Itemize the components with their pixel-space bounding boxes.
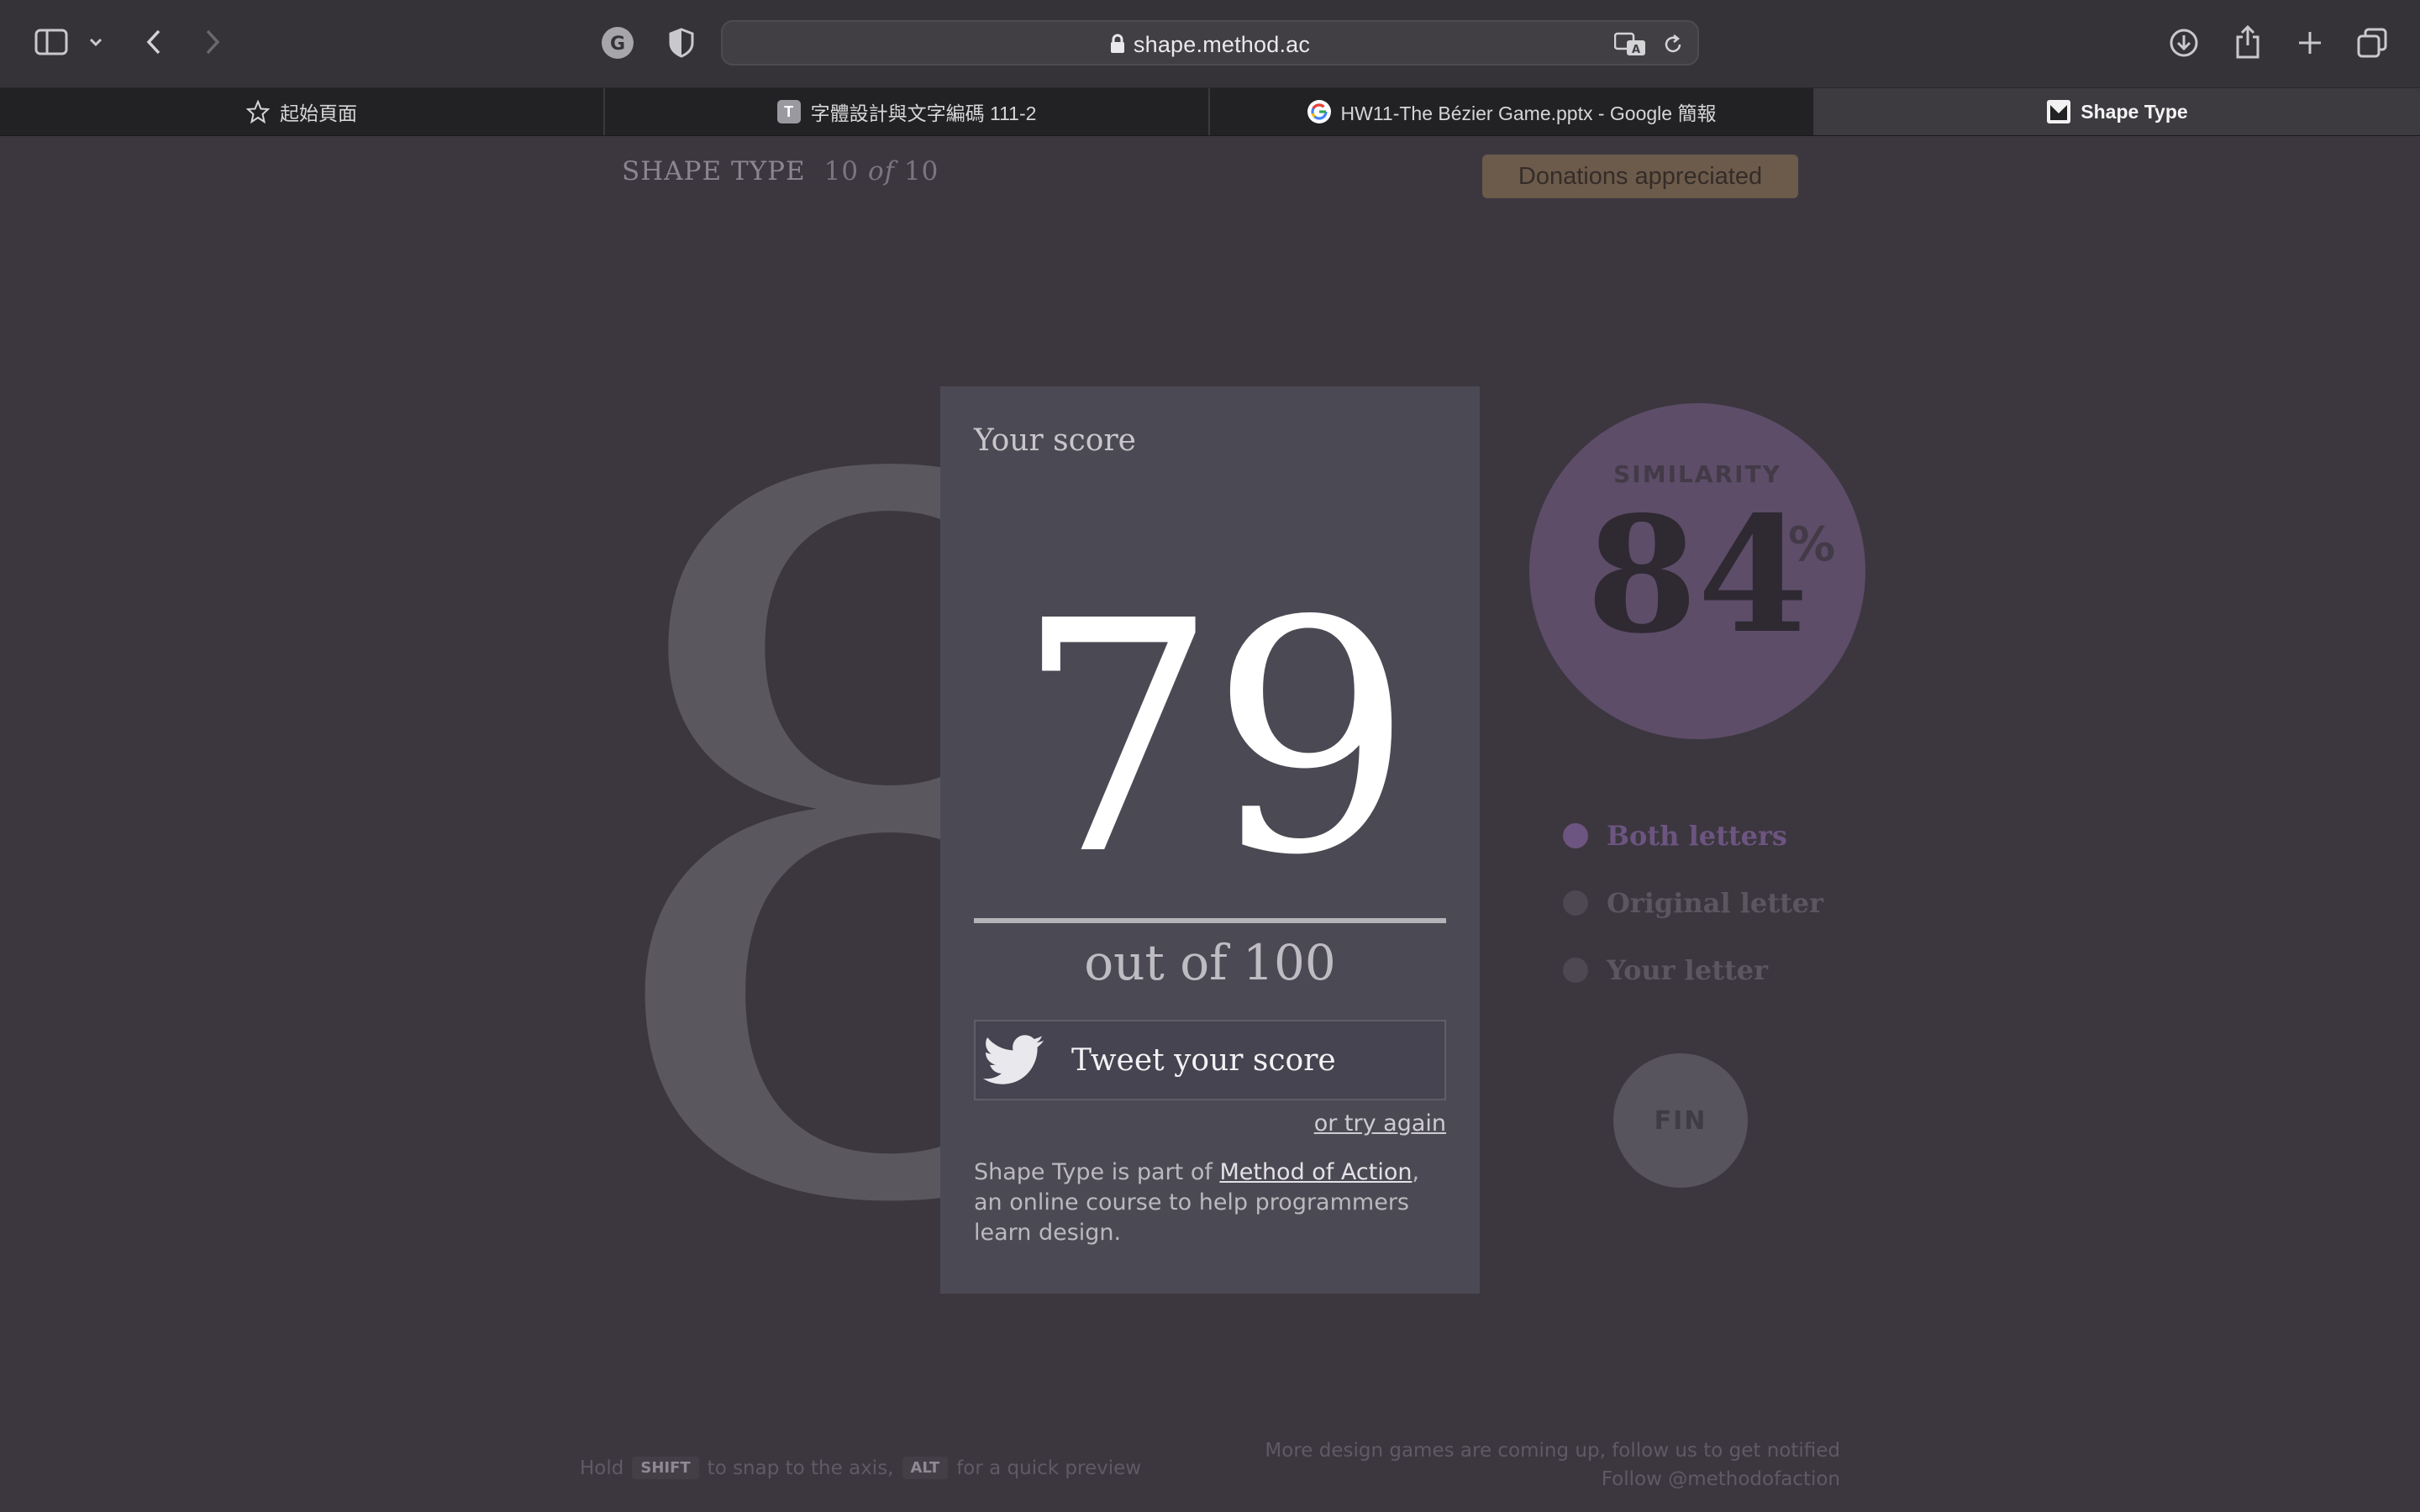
view-option-label: Original letter [1607,887,1824,919]
brand-title: SHAPE TYPE [622,156,806,186]
similarity-value: 84 [1586,481,1809,669]
google-icon [1307,100,1331,123]
try-again-link[interactable]: or try again [1314,1110,1446,1137]
keyboard-hint: Hold SHIFT to snap to the axis, ALT for a qu… [580,1457,1141,1479]
shift-key-badge: SHIFT [632,1457,699,1479]
tab-label: Shape Type [2081,100,2188,123]
new-tab-icon[interactable] [2292,25,2328,60]
reload-icon[interactable] [1660,32,1686,57]
view-option-label: Your letter [1607,954,1768,986]
grammarly-extension-icon[interactable]: G [600,25,635,60]
tab-label: 字體設計與文字編碼 111-2 [810,102,1037,124]
downloads-icon[interactable] [2166,25,2202,60]
tab-label: HW11-The Bézier Game.pptx - Google 簡報 [1340,102,1717,124]
address-bar[interactable]: shape.method.ac A [721,20,1699,66]
view-option-yours[interactable]: Your letter [1563,954,1768,986]
follow-link[interactable]: Follow @methodofaction [1265,1465,1840,1494]
tab-shape-type[interactable]: Shape Type [1815,88,2420,135]
method-of-action-link[interactable]: Method of Action [1219,1159,1412,1185]
score-card: Your score 79 out of 100 Tweet your scor… [940,386,1480,1294]
score-title: Your score [974,423,1136,458]
hint-text: Hold [580,1457,624,1479]
tab-course[interactable]: T 字體設計與文字編碼 111-2 [605,88,1210,135]
lock-icon [1110,34,1125,60]
tab-bar: 起始頁面 T 字體設計與文字編碼 111-2 HW11-The Bézier G… [0,88,2420,136]
similarity-badge: SIMILARITY 84 % [1529,403,1865,739]
svg-text:A: A [1632,44,1640,56]
counter-total: 10 [903,156,939,186]
forward-icon[interactable] [198,25,227,59]
view-option-label: Both letters [1607,820,1787,852]
translate-icon[interactable]: A [1613,30,1647,59]
tab-start-page[interactable]: 起始頁面 [0,88,605,135]
similarity-unit: % [1788,517,1836,572]
follow-notice: More design games are coming up, follow … [1265,1436,1840,1494]
level-counter: 10 of 10 [824,156,939,186]
about-prefix: Shape Type is part of [974,1159,1220,1185]
score-value: 79 [1015,553,1413,925]
back-icon[interactable] [139,25,168,59]
chevron-down-icon[interactable] [86,32,106,52]
view-option-both[interactable]: Both letters [1563,820,1787,852]
about-text: Shape Type is part of Method of Action, … [974,1158,1453,1248]
shape-type-page: SHAPE TYPE 10 of 10 Donations appreciated… [0,136,2420,1512]
method-icon [2047,100,2071,123]
alt-key-badge: ALT [902,1457,949,1479]
tab-label: 起始頁面 [280,102,357,124]
view-option-original[interactable]: Original letter [1563,887,1823,919]
radio-icon [1563,890,1588,916]
counter-current: 10 [823,156,860,186]
tweet-score-button[interactable]: Tweet your score [974,1020,1446,1100]
share-icon[interactable] [2230,24,2265,60]
donations-button[interactable]: Donations appreciated [1482,155,1798,198]
radio-icon [1563,823,1588,848]
radio-icon [1563,958,1588,983]
score-out-of: out of 100 [1084,934,1336,991]
score-divider [974,918,1446,923]
t-favicon-icon: T [776,100,801,123]
hint-text: for a quick preview [956,1457,1142,1479]
tweet-label: Tweet your score [1071,1042,1336,1078]
counter-of: of [867,156,896,186]
url-text: shape.method.ac [1133,32,1311,57]
hint-text: to snap to the axis, [707,1457,894,1479]
brand-header: SHAPE TYPE 10 of 10 [622,156,939,186]
browser-toolbar: G shape.method.ac A [0,0,2420,88]
star-icon [246,100,270,123]
fin-button[interactable]: FIN [1613,1053,1748,1188]
sidebar-toggle-icon[interactable] [32,25,71,59]
twitter-bird-icon [976,1035,1056,1085]
privacy-shield-icon[interactable] [664,25,699,60]
follow-line: More design games are coming up, follow … [1265,1440,1840,1462]
tab-overview-icon[interactable] [2354,25,2390,60]
tab-google-slides[interactable]: HW11-The Bézier Game.pptx - Google 簡報 [1210,88,1815,135]
svg-text:G: G [610,34,625,55]
